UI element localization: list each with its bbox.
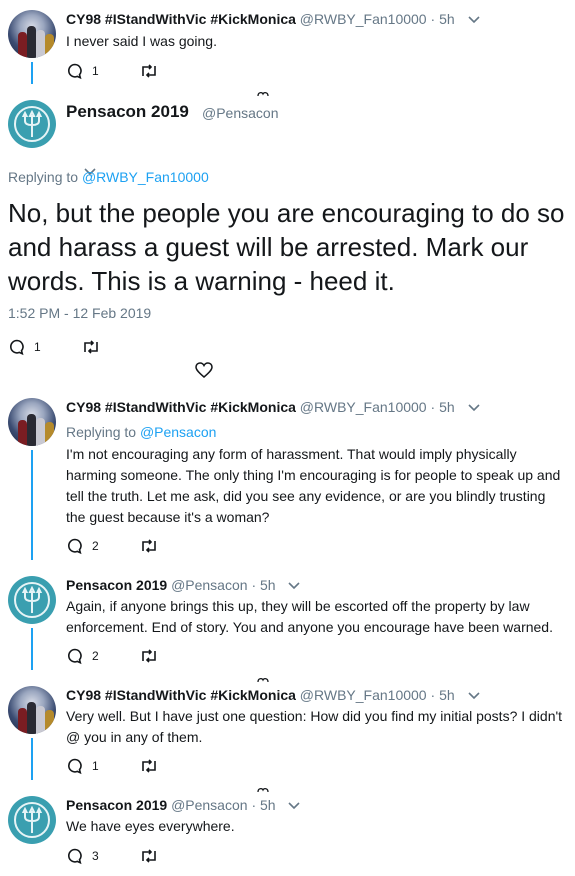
- tweet-text: Again, if anyone brings this up, they wi…: [66, 598, 553, 635]
- user-handle[interactable]: @RWBY_Fan10000: [300, 687, 427, 703]
- replying-to-label: Replying to: [8, 169, 79, 185]
- avatar[interactable]: [8, 398, 56, 446]
- timestamp[interactable]: 5h: [439, 687, 455, 703]
- tweet-header: CY98 #IStandWithVic #KickMonica @RWBY_Fa…: [66, 686, 481, 706]
- reply-button[interactable]: 1: [66, 757, 99, 775]
- retweet-icon: [139, 538, 159, 554]
- retweet-button[interactable]: [81, 339, 101, 355]
- tweet-text: I'm not encouraging any form of harassme…: [66, 446, 561, 525]
- chevron-down-icon[interactable]: [467, 688, 481, 706]
- user-handle[interactable]: @RWBY_Fan10000: [300, 399, 427, 415]
- separator: ·: [430, 399, 436, 415]
- retweet-icon: [139, 63, 159, 79]
- tweet-actions: 1: [8, 338, 101, 356]
- display-name[interactable]: Pensacon 2019: [66, 102, 189, 122]
- heart-icon[interactable]: [195, 362, 213, 383]
- reply-button[interactable]: 3: [66, 847, 99, 865]
- tweet-text: No, but the people you are encouraging t…: [8, 198, 565, 296]
- reply-count: 3: [92, 849, 99, 863]
- chevron-down-icon[interactable]: [287, 798, 301, 816]
- reply-count: 2: [92, 649, 99, 663]
- display-name[interactable]: Pensacon 2019: [66, 577, 167, 593]
- retweet-icon: [139, 848, 159, 864]
- timestamp[interactable]: 5h: [439, 399, 455, 415]
- tweet-header: CY98 #IStandWithVic #KickMonica @RWBY_Fa…: [66, 398, 481, 418]
- tweet-header: CY98 #IStandWithVic #KickMonica @RWBY_Fa…: [66, 10, 481, 30]
- thread-line: [31, 738, 33, 780]
- replying-to-link[interactable]: @Pensacon: [140, 424, 216, 440]
- retweet-icon: [139, 758, 159, 774]
- trident-icon: [21, 806, 43, 833]
- retweet-icon: [139, 648, 159, 664]
- separator: ·: [430, 11, 436, 27]
- user-handle[interactable]: @Pensacon: [202, 105, 278, 121]
- replying-to-link[interactable]: @RWBY_Fan10000: [82, 169, 209, 185]
- separator: ·: [430, 687, 436, 703]
- reply-button[interactable]: 1: [66, 62, 99, 80]
- avatar[interactable]: [8, 100, 56, 148]
- reply-button[interactable]: 2: [66, 537, 99, 555]
- heart-icon[interactable]: [257, 84, 269, 102]
- trident-icon: [21, 586, 43, 613]
- retweet-button[interactable]: [139, 63, 159, 79]
- display-name[interactable]: Pensacon 2019: [66, 797, 167, 813]
- separator: ·: [251, 577, 257, 593]
- avatar[interactable]: [8, 10, 56, 58]
- chevron-down-icon[interactable]: [467, 12, 481, 30]
- tweet-text: Very well. But I have just one question:…: [66, 708, 563, 745]
- replying-to: Replying to @Pensacon: [66, 423, 216, 441]
- tweet-actions: 2: [66, 537, 159, 555]
- thread-line: [31, 450, 33, 560]
- display-name[interactable]: CY98 #IStandWithVic #KickMonica: [66, 687, 296, 703]
- heart-icon[interactable]: [257, 870, 269, 876]
- avatar[interactable]: [8, 686, 56, 734]
- reply-count: 1: [92, 64, 99, 78]
- tweet-text: I never said I was going.: [66, 33, 217, 49]
- tweet-header: Pensacon 2019 @Pensacon · 5h: [66, 796, 301, 816]
- retweet-button[interactable]: [139, 848, 159, 864]
- avatar[interactable]: [8, 796, 56, 844]
- timestamp[interactable]: 1:52 PM - 12 Feb 2019: [8, 305, 151, 321]
- chevron-down-icon[interactable]: [287, 578, 301, 596]
- display-name[interactable]: CY98 #IStandWithVic #KickMonica: [66, 399, 296, 415]
- tweet-actions: 1: [66, 62, 159, 80]
- trident-icon: [21, 110, 43, 137]
- reply-button[interactable]: 2: [66, 647, 99, 665]
- tweet-actions: 2: [66, 647, 159, 665]
- avatar[interactable]: [8, 576, 56, 624]
- reply-button[interactable]: 1: [8, 338, 41, 356]
- reply-count: 1: [34, 340, 41, 354]
- timestamp[interactable]: 5h: [439, 11, 455, 27]
- user-handle[interactable]: @Pensacon: [171, 577, 247, 593]
- reply-count: 1: [92, 759, 99, 773]
- retweet-button[interactable]: [139, 648, 159, 664]
- reply-count: 2: [92, 539, 99, 553]
- retweet-icon: [81, 339, 101, 355]
- reply-icon: [8, 338, 26, 356]
- thread-line: [31, 628, 33, 670]
- tweet-header: Pensacon 2019 @Pensacon · 5h: [66, 576, 301, 596]
- replying-to: Replying to @RWBY_Fan10000: [8, 169, 209, 185]
- reply-icon: [66, 62, 84, 80]
- user-handle[interactable]: @Pensacon: [171, 797, 247, 813]
- replying-to-label: Replying to: [66, 424, 137, 440]
- tweet-actions: 3: [66, 847, 159, 865]
- thread-line: [31, 62, 33, 84]
- tweet-text: We have eyes everywhere.: [66, 818, 235, 834]
- chevron-down-icon[interactable]: [467, 400, 481, 418]
- retweet-button[interactable]: [139, 758, 159, 774]
- user-handle[interactable]: @RWBY_Fan10000: [300, 11, 427, 27]
- timestamp[interactable]: 5h: [260, 577, 276, 593]
- reply-icon: [66, 847, 84, 865]
- reply-icon: [66, 647, 84, 665]
- display-name[interactable]: CY98 #IStandWithVic #KickMonica: [66, 11, 296, 27]
- separator: ·: [251, 797, 257, 813]
- tweet-actions: 1: [66, 757, 159, 775]
- retweet-button[interactable]: [139, 538, 159, 554]
- reply-icon: [66, 537, 84, 555]
- reply-icon: [66, 757, 84, 775]
- timestamp[interactable]: 5h: [260, 797, 276, 813]
